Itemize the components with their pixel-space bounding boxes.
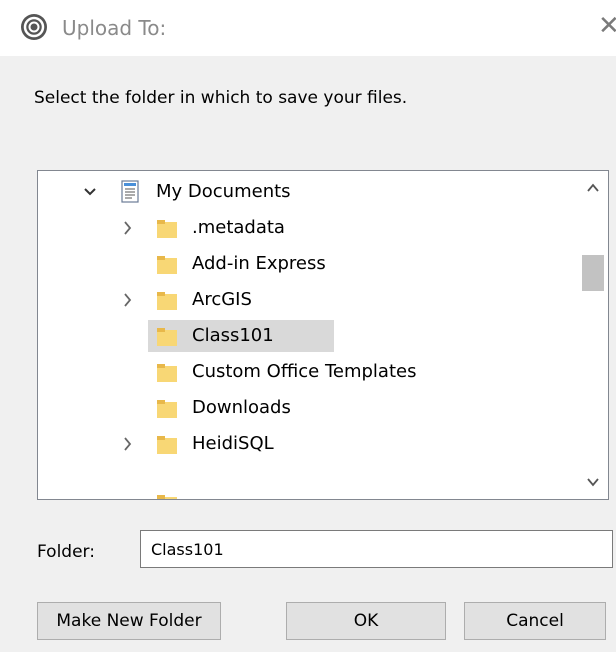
scroll-up-button[interactable] [578, 171, 608, 205]
folder-icon [157, 495, 177, 499]
chevron-right-icon[interactable] [118, 426, 138, 462]
folder-icon [157, 328, 177, 346]
tree-item-add-in-express[interactable]: Add-in Express [38, 246, 578, 282]
make-new-folder-button[interactable]: Make New Folder [37, 602, 221, 640]
folder-icon [157, 220, 177, 238]
tree-item-label: Class101 [192, 325, 274, 346]
chevron-right-icon[interactable] [118, 210, 138, 246]
close-icon[interactable]: ✕ [598, 10, 616, 42]
folder-tree[interactable]: My Documents .metadata Add-in Express Ar… [37, 170, 609, 500]
folder-icon [157, 400, 177, 418]
tree-item-metadata[interactable]: .metadata [38, 210, 578, 246]
instruction-text: Select the folder in which to save your … [34, 88, 408, 108]
tree-item-label: Downloads [192, 397, 291, 418]
tree-item-class101[interactable]: Class101 [38, 318, 578, 354]
tree-item-custom-office-templates[interactable]: Custom Office Templates [38, 354, 578, 390]
chevron-right-icon[interactable] [118, 282, 138, 318]
folder-icon [157, 292, 177, 310]
tree-item-label: Add-in Express [192, 253, 326, 274]
documents-icon [121, 180, 139, 203]
tree-item-downloads[interactable]: Downloads [38, 390, 578, 426]
cancel-button[interactable]: Cancel [464, 602, 606, 640]
tree-item-my-documents[interactable]: My Documents [38, 174, 578, 210]
tree-item-label: ArcGIS [192, 289, 252, 310]
tree-item-label: .metadata [192, 217, 285, 238]
ok-button[interactable]: OK [286, 602, 446, 640]
title-bar: Upload To: ✕ [0, 0, 616, 56]
folder-icon [157, 436, 177, 454]
tree-item-label: HeidiSQL [192, 433, 274, 454]
chevron-down-icon [587, 478, 599, 487]
chevron-up-icon [587, 183, 599, 192]
tree-item-heidisql[interactable]: HeidiSQL [38, 426, 578, 462]
window-title: Upload To: [62, 16, 167, 40]
tree-item-label: Custom Office Templates [192, 361, 417, 382]
tree-item-partial[interactable] [38, 462, 578, 499]
folder-icon [157, 364, 177, 382]
tree-item-label: My Documents [156, 181, 291, 202]
tree-item-arcgis[interactable]: ArcGIS [38, 282, 578, 318]
app-logo-icon [21, 14, 47, 40]
folder-label: Folder: [37, 542, 95, 562]
chevron-down-icon[interactable] [80, 174, 100, 210]
scroll-down-button[interactable] [578, 465, 608, 499]
folder-icon [157, 256, 177, 274]
folder-name-input[interactable] [140, 530, 613, 568]
scroll-thumb[interactable] [582, 255, 604, 291]
vertical-scrollbar[interactable] [578, 171, 608, 499]
